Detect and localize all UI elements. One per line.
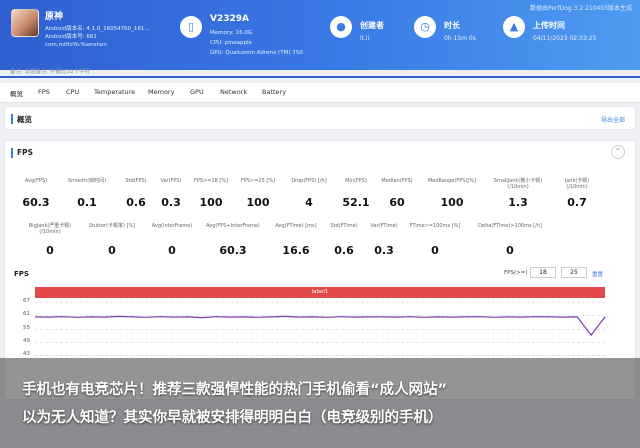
y-tick-label: 49	[23, 338, 30, 344]
metric-value: 52.1	[342, 196, 370, 209]
device-gpu: GPU: Qualcomm Adreno (TM) 750	[210, 50, 303, 56]
section-tabs: 概览 FPS CPU Temperature Memory GPU Networ…	[0, 83, 640, 103]
metric-label: Delta(FTime)>100ms [/h]	[478, 223, 542, 229]
metric-value: 0.7	[567, 196, 587, 209]
fps-threshold-input-2[interactable]: 25	[561, 267, 587, 278]
y-tick-label: 55	[23, 324, 30, 331]
tab-cpu[interactable]: CPU	[66, 88, 79, 96]
metric-value: 60	[389, 196, 405, 209]
label-range-bar[interactable]: label1	[35, 287, 605, 298]
caption-line-1: 手机也有电竞芯片！推荐三款强悍性能的热门手机偷看“成人网站”	[22, 382, 448, 398]
creator-label: 创建者	[360, 21, 384, 30]
metric-value: 4	[305, 196, 313, 209]
y-tick-label: 43	[23, 351, 30, 358]
tab-memory[interactable]: Memory	[148, 88, 174, 96]
metric-label: FPS>=18 [%]	[193, 178, 229, 184]
upload-icon: ▲	[503, 16, 525, 38]
metric-label: Var(FPS)	[160, 178, 182, 184]
user-icon: ●	[330, 16, 352, 38]
metric-label: MedRange(FPS)[%]	[427, 178, 477, 184]
metric-value: 0.3	[374, 244, 394, 257]
app-icon	[11, 9, 39, 37]
metric-label: Avg(FTime) [ms]	[275, 223, 317, 229]
metric-value: 0	[108, 244, 116, 257]
device-memory: Memory: 16.0G	[210, 30, 253, 36]
metric-value: 16.6	[282, 244, 310, 257]
tab-battery[interactable]: Battery	[262, 88, 286, 96]
metric-label: FTime>=100ms [%]	[409, 223, 461, 229]
metric-label: Jank(卡顿) (/10min)	[564, 178, 590, 190]
caption-overlay: 手机也有电竞芯片！推荐三款强悍性能的热门手机偷看“成人网站” 以为无人知道？其实…	[0, 358, 640, 448]
upload-time-label: 上传时间	[533, 21, 565, 30]
tab-temperature[interactable]: Temperature	[94, 88, 135, 96]
chart-title: FPS	[14, 270, 29, 278]
metric-label: Smooth(帧时间)	[67, 178, 107, 184]
app-name: 原神	[45, 12, 64, 22]
metric-value: 1.3	[508, 196, 528, 209]
metric-label: Std(FTime)	[330, 223, 358, 229]
metric-value: 0	[506, 244, 514, 257]
y-tick-label: 67	[23, 298, 30, 304]
metric-value: 100	[440, 196, 464, 209]
metric-label: SmallJank(微小卡顿) (/10min)	[493, 178, 543, 190]
tab-gpu[interactable]: GPU	[190, 88, 204, 96]
metric-value: 100	[246, 196, 270, 209]
metric-label: Avg(InterFrame)	[151, 223, 193, 229]
metric-value: 0	[168, 244, 176, 257]
section-marker	[11, 114, 13, 124]
metric-label: Std(FPS)	[125, 178, 147, 184]
reset-button[interactable]: 重置	[592, 270, 603, 278]
metric-label: Stutter(卡顿率) [%]	[88, 223, 136, 229]
fps-line-chart[interactable]	[34, 302, 606, 362]
metric-label: FPS>=25 [%]	[240, 178, 276, 184]
collapse-chevron-icon[interactable]: ⌃	[611, 145, 625, 159]
duration-value: 0h 15m 0s	[444, 35, 476, 42]
duration-label: 时长	[444, 21, 460, 30]
overview-title: 概览	[17, 115, 32, 124]
device-model: V2329A	[210, 14, 249, 24]
export-all-button[interactable]: 导出全部	[601, 115, 625, 124]
metric-value: 0.3	[161, 196, 181, 209]
fps-filter-label: FPS(>=)	[504, 270, 528, 276]
history-link[interactable]: 数据由PerfDog 3.2.210403版本生成	[530, 3, 632, 12]
metric-value: 60.3	[22, 196, 50, 209]
note-field[interactable]: 备注: 设置备注, 不超过32个字符	[10, 67, 90, 75]
caption-line-2: 以为无人知道？其实你早就被安排得明明白白（电竞级别的手机）	[22, 410, 443, 426]
tab-overview[interactable]: 概览	[10, 88, 23, 98]
y-tick-label: 61	[23, 311, 30, 318]
app-version-name: Android版本名: 4.1.0_16054760_161...	[45, 26, 150, 32]
metric-value: 0.1	[77, 196, 97, 209]
upload-time-value: 04/11/2023 02:33:25	[533, 35, 597, 42]
tab-network[interactable]: Network	[220, 88, 247, 96]
metric-value: 0	[46, 244, 54, 257]
overview-card: 概览 导出全部	[4, 106, 636, 130]
fps-title: FPS	[17, 148, 34, 157]
metric-value: 100	[199, 196, 223, 209]
report-header: 数据由PerfDog 3.2.210403版本生成 原神 Android版本名:…	[0, 0, 640, 70]
fps-threshold-input-1[interactable]: 18	[530, 267, 556, 278]
metric-label: Median(FPS)	[381, 178, 413, 184]
app-package: com.miHoYo.Yuanshen	[45, 42, 107, 48]
creator-value: lt.li	[360, 35, 370, 42]
metric-label: Drop(FPS) [/h]	[291, 178, 327, 184]
metric-value: 60.3	[219, 244, 247, 257]
metric-label: Min(FPS)	[345, 178, 367, 184]
device-cpu: CPU: pineapple	[210, 40, 252, 46]
device-icon: ▯	[180, 16, 202, 38]
fps-series-line	[34, 315, 606, 337]
header-divider	[0, 76, 640, 78]
clock-icon: ◷	[414, 16, 436, 38]
metric-value: 0	[431, 244, 439, 257]
section-marker	[11, 148, 13, 158]
metric-label: Avg(FPS)	[24, 178, 48, 184]
metric-label: Var(FTime)	[370, 223, 398, 229]
label-range-text: label1	[311, 289, 329, 295]
metric-label: BigJank(严重卡顿) (/10min)	[28, 223, 72, 235]
metric-value: 0.6	[126, 196, 146, 209]
metric-label: Avg(FPS+InterFrame)	[206, 223, 260, 229]
app-version-code: Android版本号: 661	[45, 34, 97, 40]
tab-fps[interactable]: FPS	[38, 88, 50, 96]
metric-value: 0.6	[334, 244, 354, 257]
